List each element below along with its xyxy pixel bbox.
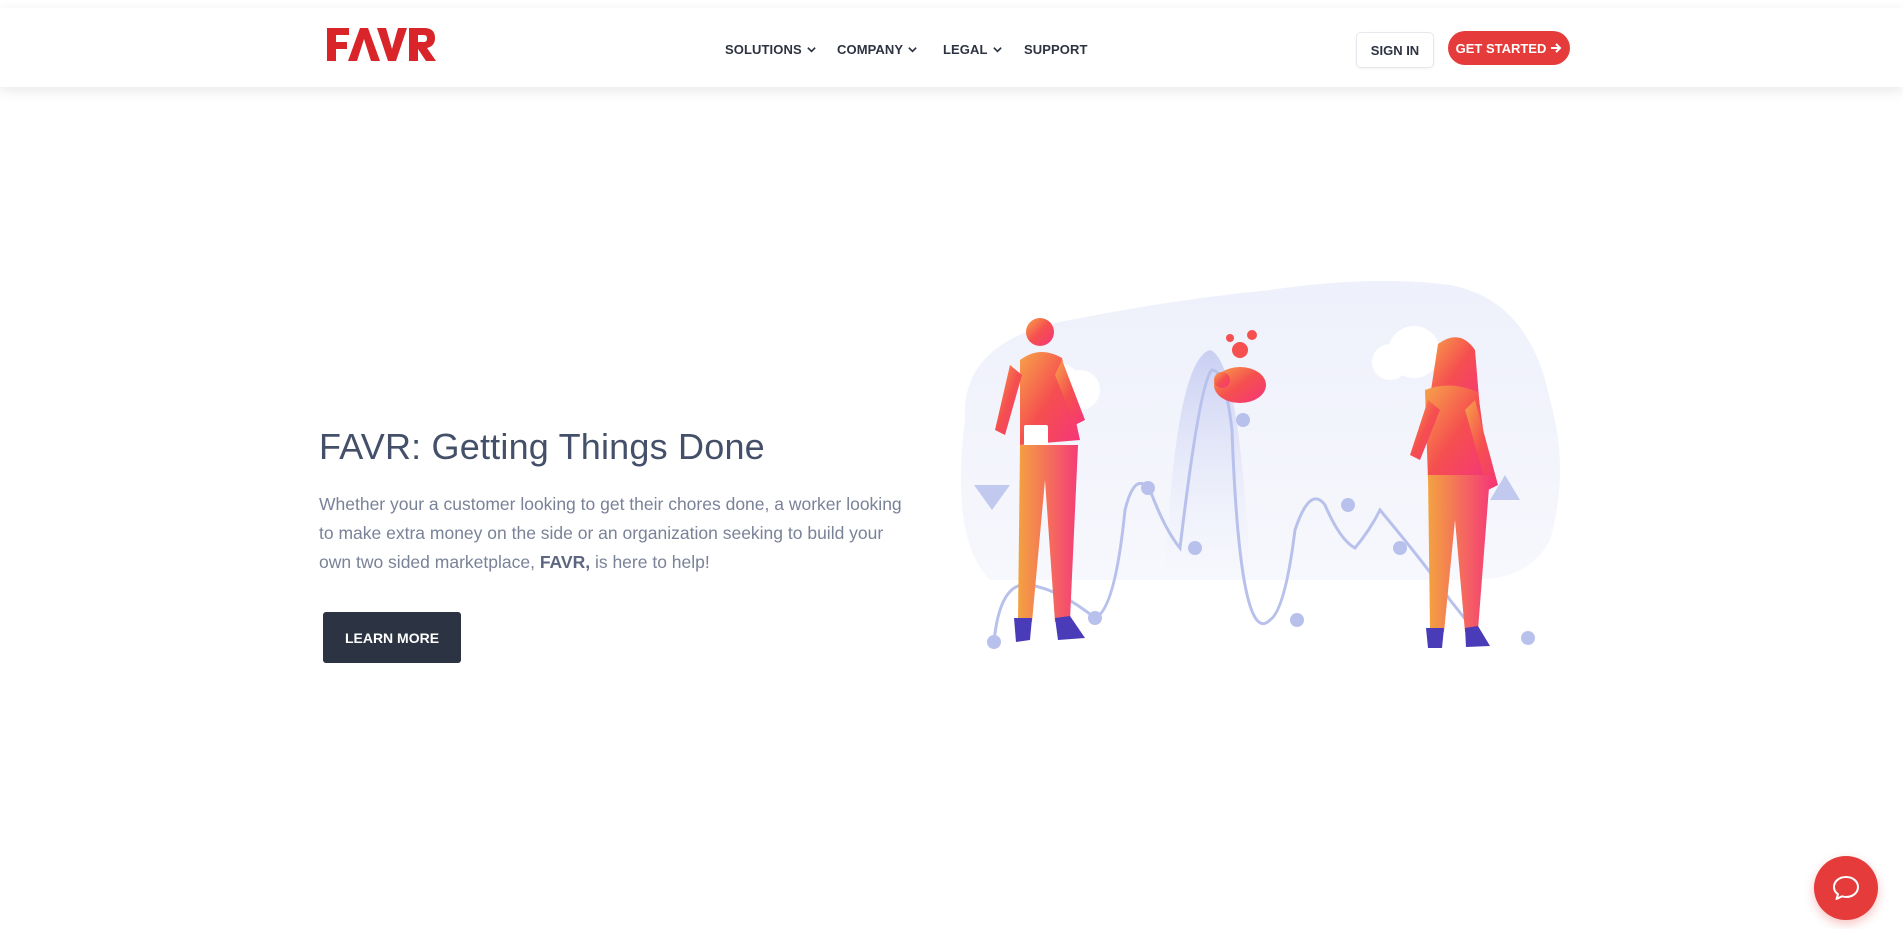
get-started-button[interactable]: GET STARTED [1448, 31, 1570, 65]
nav-legal[interactable]: LEGAL [943, 39, 1003, 59]
hero-title: FAVR: Getting Things Done [319, 426, 765, 467]
nav-legal-label: LEGAL [943, 41, 988, 57]
get-started-label: GET STARTED [1455, 40, 1547, 56]
nav-company[interactable]: COMPANY [837, 39, 918, 59]
chevron-down-icon [806, 46, 816, 53]
chat-button[interactable] [1814, 856, 1878, 920]
nav-company-label: COMPANY [837, 41, 904, 57]
chevron-down-icon [992, 46, 1002, 53]
hero-description: Whether your a customer looking to get t… [319, 490, 909, 577]
chevron-down-icon [908, 46, 917, 53]
navbar: SOLUTIONS COMPANY LEGAL SUPPORT SIGN IN … [0, 8, 1903, 87]
arrow-right-icon [1551, 43, 1562, 53]
hero-illustration [960, 281, 1560, 649]
chat-bubble-icon [1833, 876, 1859, 900]
favr-logo[interactable] [325, 25, 437, 63]
hero-text-end: is here to help! [594, 552, 710, 572]
nav-solutions-label: SOLUTIONS [725, 41, 802, 57]
nav-solutions[interactable]: SOLUTIONS [725, 39, 817, 59]
learn-more-button[interactable]: LEARN MORE [323, 612, 461, 663]
sign-in-button[interactable]: SIGN IN [1356, 32, 1434, 68]
nav-support[interactable]: SUPPORT [1024, 39, 1088, 59]
nav-support-label: SUPPORT [1024, 41, 1088, 57]
hero-text-brand: FAVR, [539, 552, 591, 572]
